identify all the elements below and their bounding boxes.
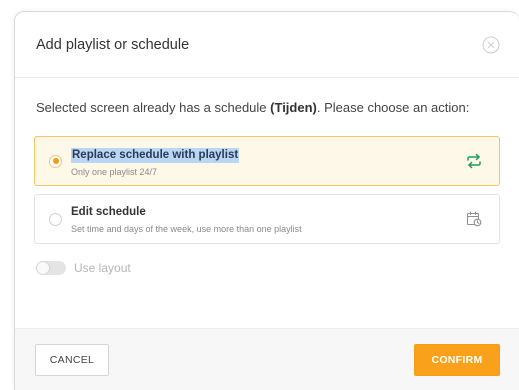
cancel-button[interactable]: CANCEL [35, 343, 109, 376]
close-icon [482, 36, 500, 53]
option-text: Edit schedule Set time and days of the w… [71, 205, 463, 234]
message-suffix: . Please choose an action: [316, 100, 470, 115]
option-title: Edit schedule [71, 205, 146, 218]
option-edit-schedule[interactable]: Edit schedule Set time and days of the w… [34, 194, 500, 244]
dialog-title: Add playlist or schedule [36, 36, 190, 53]
message-prefix: Selected screen already has a schedule [36, 100, 271, 115]
dialog-header: Add playlist or schedule [15, 12, 519, 78]
option-text: Replace schedule with playlist Only one … [71, 145, 463, 177]
toggle-knob [37, 262, 49, 274]
confirm-button[interactable]: CONFIRM [414, 343, 500, 376]
close-button[interactable] [481, 35, 501, 55]
use-layout-toggle[interactable] [36, 261, 66, 275]
option-title: Replace schedule with playlist [71, 148, 240, 163]
dialog-footer: CANCEL CONFIRM [15, 328, 519, 390]
calendar-clock-icon [463, 208, 485, 230]
option-description: Set time and days of the week, use more … [71, 223, 302, 234]
repeat-icon [463, 150, 485, 172]
use-layout-row: Use layout [34, 261, 500, 275]
add-playlist-dialog: Add playlist or schedule Selected screen… [14, 11, 519, 390]
radio-button-selected[interactable] [49, 154, 62, 168]
dialog-body: Selected screen already has a schedule (… [15, 78, 519, 275]
radio-dot [52, 158, 59, 164]
option-description: Only one playlist 24/7 [71, 167, 158, 177]
use-layout-label: Use layout [74, 261, 131, 275]
dialog-message: Selected screen already has a schedule (… [34, 98, 500, 118]
option-replace-schedule[interactable]: Replace schedule with playlist Only one … [34, 136, 500, 186]
schedule-name: (Tijden) [270, 100, 317, 115]
radio-button[interactable] [49, 212, 62, 226]
action-options: Replace schedule with playlist Only one … [34, 136, 500, 244]
